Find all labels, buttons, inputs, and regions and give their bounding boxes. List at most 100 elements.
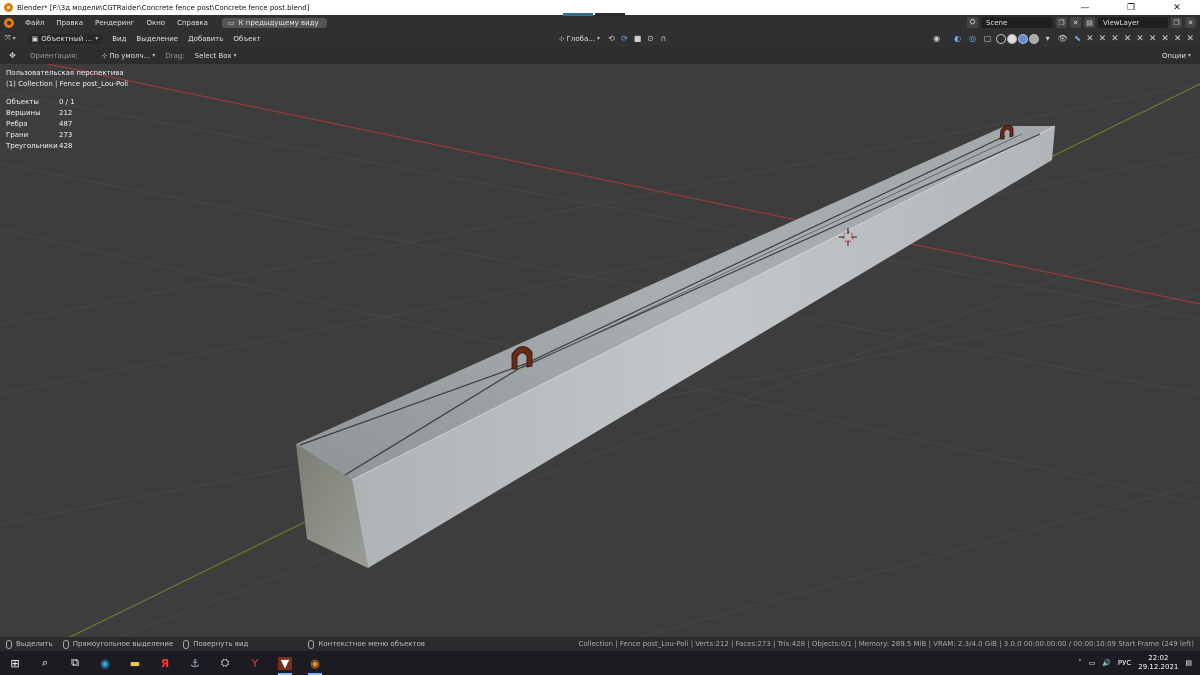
- new-scene-icon[interactable]: ❐: [1056, 17, 1067, 28]
- hint-select-label: Выделить: [16, 640, 53, 648]
- minimize-button[interactable]: —: [1062, 0, 1108, 15]
- clock-date: 29.12.2021: [1138, 663, 1179, 671]
- solid-shading-icon[interactable]: [1007, 33, 1018, 44]
- scene-statistics: Collection | Fence post_Lou-Poli | Verts…: [578, 640, 1194, 648]
- hint-rotate-view-label: Повернуть вид: [193, 640, 249, 648]
- menu-edit[interactable]: Правка: [50, 19, 89, 27]
- xray-icon[interactable]: ▢: [981, 33, 994, 45]
- post-side-face[interactable]: [352, 126, 1055, 568]
- overlay-icon[interactable]: ◎: [966, 33, 979, 45]
- file-explorer-icon[interactable]: ▬: [120, 651, 150, 675]
- clock[interactable]: 22:02 29.12.2021: [1138, 654, 1178, 672]
- shading-options-icon[interactable]: ▾: [1041, 33, 1054, 45]
- menu-render[interactable]: Рендеринг: [89, 19, 141, 27]
- toggle-x-icon[interactable]: ✕: [1124, 34, 1132, 44]
- status-bar: Выделить Прямоугольное выделение Поверну…: [0, 637, 1200, 651]
- viewport-scene[interactable]: [0, 64, 1200, 637]
- network-icon[interactable]: ▭: [1089, 659, 1096, 667]
- tray-overflow-icon[interactable]: ˄: [1078, 659, 1082, 667]
- menu-help[interactable]: Справка: [171, 19, 214, 27]
- volume-icon[interactable]: 🔊: [1102, 659, 1111, 667]
- mode-dropdown[interactable]: ▣ Объектный ... ▾: [26, 33, 104, 44]
- orientation-axes-icon: ⊹: [101, 51, 108, 60]
- viewport-display-controls: ◉ ◐ ◎ ▢ ▾ 👁 ⬉ ✕ ✕ ✕ ✕ ✕ ✕ ✕ ✕ ✕: [930, 33, 1200, 45]
- toggle-x-icon[interactable]: ✕: [1149, 34, 1157, 44]
- toggle-x-icon[interactable]: ✕: [1186, 34, 1194, 44]
- material-shading-icon[interactable]: [1018, 33, 1029, 44]
- wot-game-icon[interactable]: ▼: [270, 651, 300, 675]
- back-to-previous-button[interactable]: ▭ К предыдущему виду: [221, 17, 327, 28]
- chevron-down-icon: ▾: [596, 35, 600, 42]
- proportional-edit-icon[interactable]: ⊙: [644, 33, 657, 45]
- toggle-x-icon[interactable]: ✕: [1111, 34, 1119, 44]
- restriction-toggles: ✕ ✕ ✕ ✕ ✕ ✕ ✕ ✕ ✕: [1086, 34, 1194, 44]
- task-view-icon[interactable]: ⧉: [60, 651, 90, 675]
- blender-app-icon: [4, 3, 13, 12]
- toggle-x-icon[interactable]: ✕: [1161, 34, 1169, 44]
- delete-scene-icon[interactable]: ✕: [1070, 17, 1081, 28]
- menu-file[interactable]: Файл: [19, 19, 50, 27]
- drag-dropdown[interactable]: Select Box ▾: [190, 52, 242, 60]
- window-title: Blender* [F:\3д модели\CGTRaider\Concret…: [17, 3, 310, 12]
- selectable-icon[interactable]: ⬉: [1071, 33, 1084, 45]
- stat-label-vertices: Вершины: [6, 109, 41, 117]
- visibility-icon[interactable]: ◉: [930, 33, 943, 45]
- toggle-x-icon[interactable]: ✕: [1174, 34, 1182, 44]
- menu-object[interactable]: Объект: [228, 35, 265, 43]
- hint-box-select: Прямоугольное выделение: [62, 639, 173, 649]
- toggle-x-icon[interactable]: ✕: [1086, 34, 1094, 44]
- view-layer-field[interactable]: ViewLayer: [1098, 17, 1168, 28]
- toggle-x-icon[interactable]: ✕: [1099, 34, 1107, 44]
- transform-orientation-dropdown[interactable]: ⊹ Глоба... ▾: [554, 35, 605, 43]
- start-icon[interactable]: ⊞: [0, 651, 30, 675]
- chevron-down-icon: ▾: [95, 35, 99, 42]
- stat-value-vertices: 212: [59, 109, 73, 117]
- maximize-button[interactable]: ❐: [1108, 0, 1154, 15]
- blender-logo-icon[interactable]: [4, 17, 14, 28]
- menu-add[interactable]: Добавить: [183, 35, 228, 43]
- yandex-icon[interactable]: Я: [150, 651, 180, 675]
- gizmo-icon[interactable]: ◐: [951, 33, 964, 45]
- scene-field[interactable]: Scene: [981, 17, 1053, 28]
- search-icon[interactable]: ⌕: [30, 651, 60, 675]
- menu-window[interactable]: Окно: [140, 19, 171, 27]
- world-of-tanks-icon[interactable]: ⛭: [210, 651, 240, 675]
- workspace-tab-active[interactable]: [562, 12, 593, 16]
- transform-tool-icon[interactable]: ✥: [6, 50, 19, 62]
- clock-time: 22:02: [1148, 654, 1169, 662]
- view-layer-icon[interactable]: ▤: [1084, 17, 1095, 28]
- editor-type-icon: ⤧: [5, 34, 11, 42]
- options-dropdown[interactable]: Опции ▾: [1157, 52, 1196, 60]
- snap-target-icon[interactable]: ■: [631, 33, 644, 45]
- snap-icon[interactable]: ⟳: [618, 33, 631, 45]
- back-to-previous-label: К предыдущему виду: [238, 18, 319, 27]
- toggle-x-icon[interactable]: ✕: [1136, 34, 1144, 44]
- new-view-layer-icon[interactable]: ❐: [1171, 17, 1182, 28]
- blender-icon[interactable]: ◉: [300, 651, 330, 675]
- stat-label-objects: Объекты: [6, 98, 39, 106]
- 3d-viewport[interactable]: Пользовательская перспектива (1) Collect…: [0, 64, 1200, 637]
- delete-view-layer-icon[interactable]: ✕: [1185, 17, 1196, 28]
- yandex-browser-icon[interactable]: Y: [240, 651, 270, 675]
- stat-value-faces: 273: [59, 131, 73, 139]
- editor-type-button[interactable]: ⤧ ▾: [0, 34, 21, 43]
- falloff-icon[interactable]: ∩: [657, 33, 670, 45]
- pivot-icon[interactable]: ⟲: [605, 33, 618, 45]
- menu-view[interactable]: Вид: [107, 35, 131, 43]
- shading-modes: [996, 33, 1040, 44]
- language-indicator[interactable]: РУС: [1118, 659, 1131, 667]
- notifications-icon[interactable]: ▤: [1185, 659, 1192, 667]
- eye-icon[interactable]: 👁: [1056, 33, 1069, 45]
- fence-post-object[interactable]: [296, 125, 1056, 568]
- workspace-tab[interactable]: [594, 12, 625, 16]
- wireframe-shading-icon[interactable]: [996, 33, 1007, 44]
- scene-type-icon[interactable]: ⛭: [967, 17, 978, 28]
- edge-icon[interactable]: ◉: [90, 651, 120, 675]
- screen-icon: ▭: [227, 18, 235, 27]
- close-button[interactable]: ✕: [1154, 0, 1200, 15]
- orientation-dropdown[interactable]: ⊹ По умолч... ▾: [97, 52, 161, 60]
- orientation-value: По умолч...: [109, 51, 151, 60]
- world-of-warships-icon[interactable]: ⚓: [180, 651, 210, 675]
- rendered-shading-icon[interactable]: [1029, 33, 1040, 44]
- menu-select[interactable]: Выделение: [131, 35, 183, 43]
